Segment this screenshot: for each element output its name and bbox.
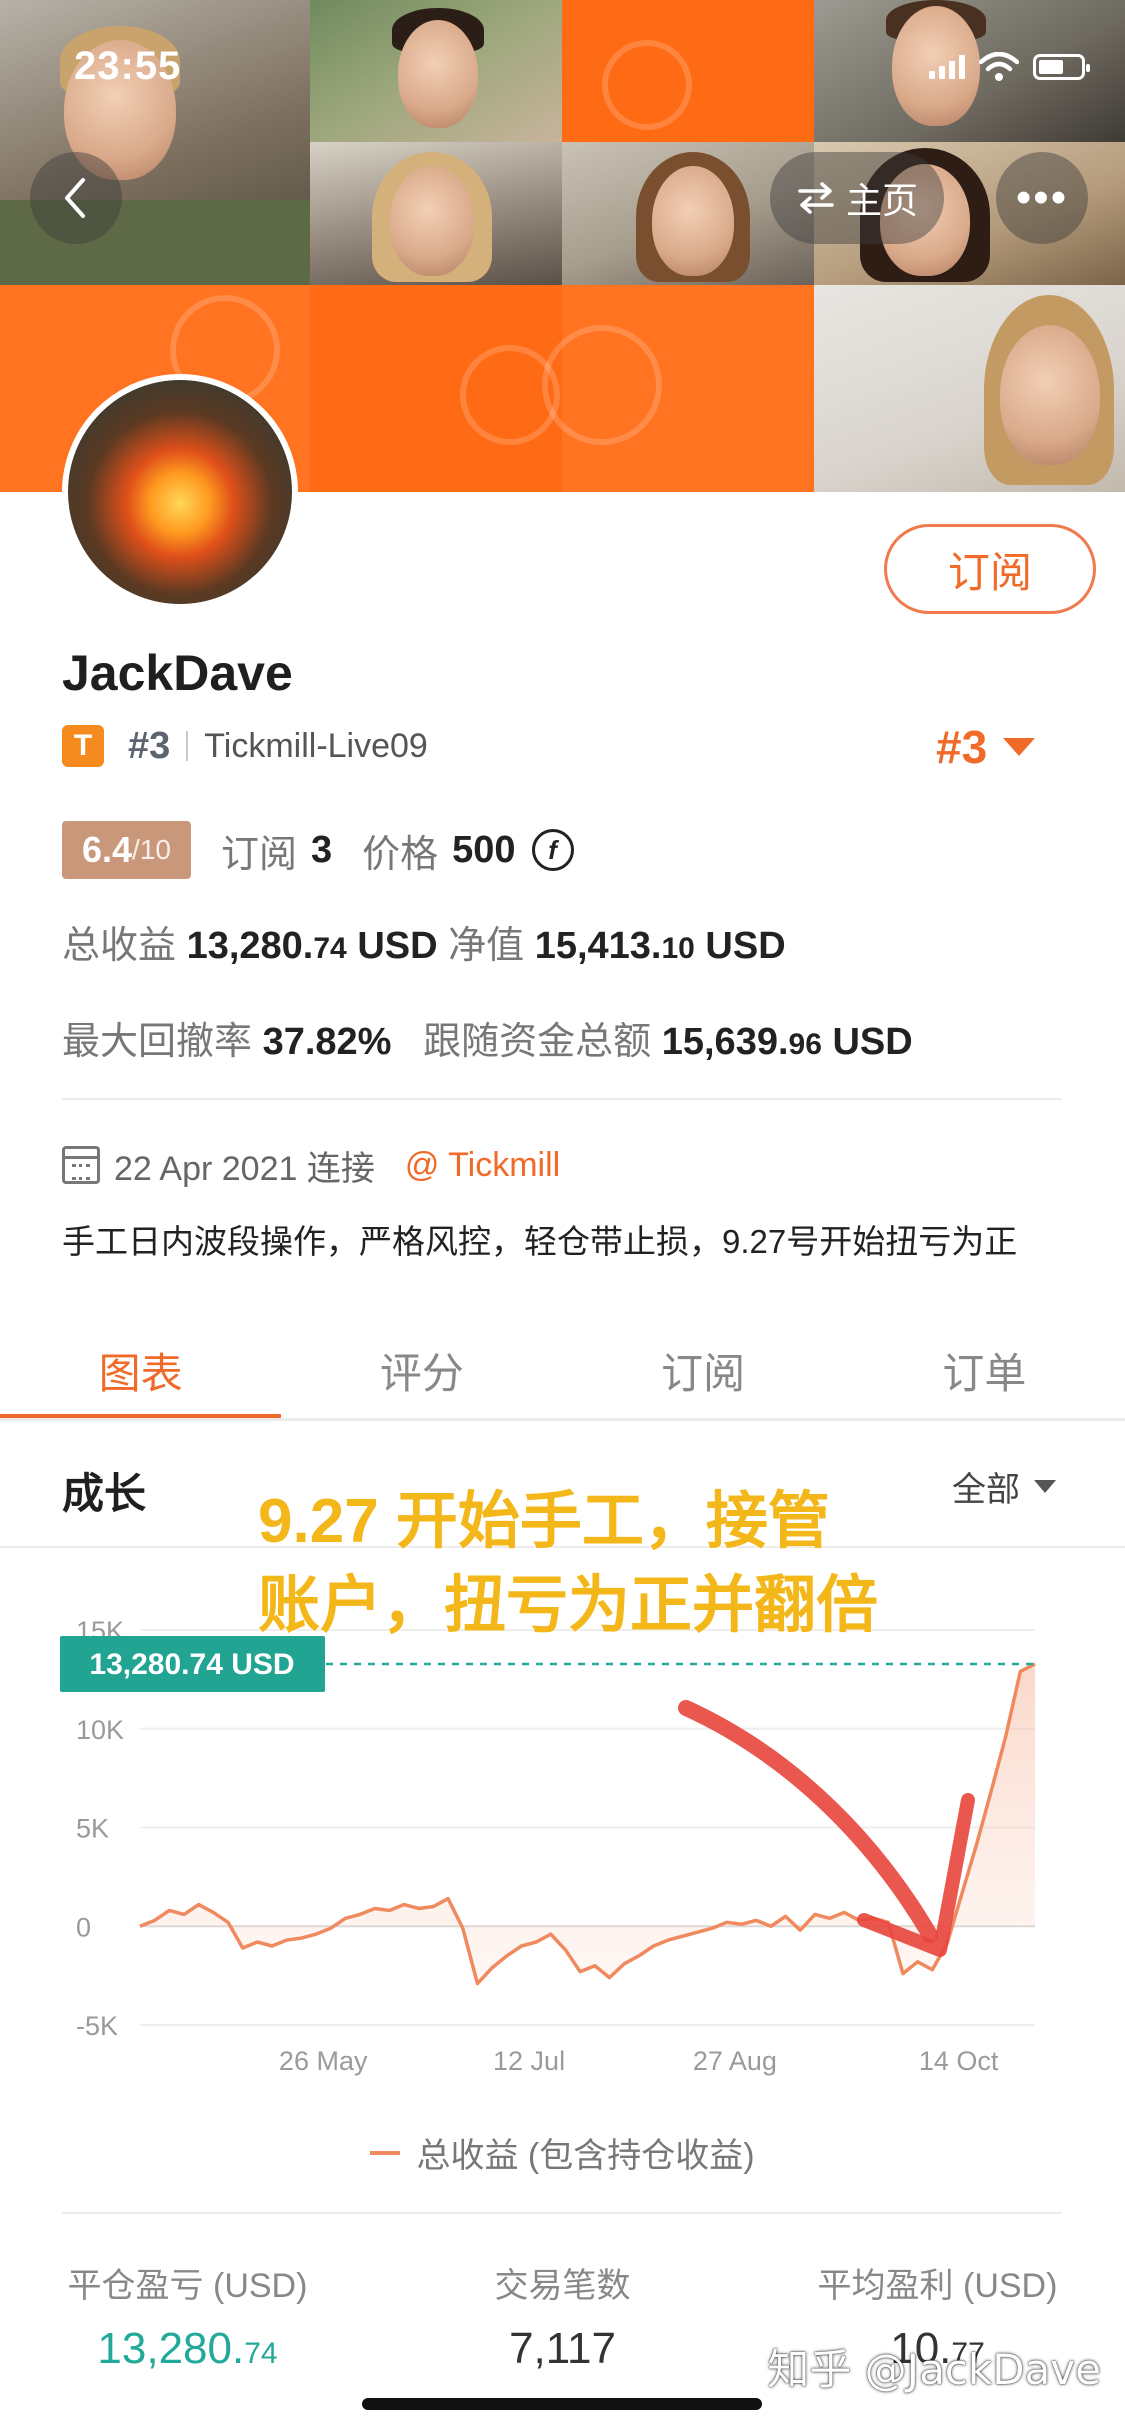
cover-pattern-tile (310, 285, 562, 492)
subscribe-count-label: 订阅 (220, 833, 297, 876)
annotation-line-2: 账户，扭亏为正并翻倍 (258, 1571, 879, 1640)
cover-pattern-tile (562, 0, 814, 142)
strategy-description: 手工日内波段操作，严格风控，轻仓带止损，9.27号开始扭亏为正 (62, 1223, 1018, 1260)
rank-dropdown-label: #3 (936, 721, 988, 773)
avatar[interactable] (62, 374, 298, 610)
net-value-value: 15,413.10 USD (534, 925, 786, 967)
net-value-label: 净值 (448, 925, 525, 967)
price-value: 500 (452, 828, 516, 871)
trade-count-stat: 交易笔数 7,117 (375, 2258, 750, 2374)
tab-bar: 图表 评分 订阅 订单 (0, 1320, 1125, 1420)
cellular-signal-icon (929, 55, 965, 79)
wifi-icon (979, 52, 1019, 81)
battery-icon (1033, 54, 1090, 80)
range-filter-label: 全部 (952, 1471, 1020, 1509)
switch-home-button[interactable]: 主页 (770, 152, 944, 244)
closed-pnl-label: 平仓盈亏 (USD) (67, 2267, 308, 2305)
divider (62, 1098, 1062, 1100)
caret-down-icon (1003, 738, 1036, 756)
subscribe-count: 3 (311, 828, 333, 871)
total-profit-value: 13,280.74 USD (186, 925, 438, 967)
more-dots-icon: ••• (1015, 173, 1069, 222)
home-indicator[interactable] (362, 2398, 762, 2410)
follow-funds-value: 15,639.96 USD (661, 1021, 913, 1063)
range-filter-dropdown[interactable]: 全部 (952, 1462, 1056, 1511)
more-options-button[interactable]: ••• (996, 152, 1088, 244)
score-denominator: /10 (132, 834, 171, 865)
max-drawdown-value: 37.82% (262, 1021, 392, 1063)
home-button-label: 主页 (845, 180, 918, 221)
watermark: 知乎 @JackDave (767, 2345, 1101, 2394)
annotation-arrow-stroke (678, 1700, 938, 1943)
avg-profit-label: 平均盈利 (USD) (817, 2267, 1058, 2305)
profit-net-row: 总收益 13,280.74 USD 净值 15,413.10 USD (62, 914, 786, 969)
tab-bar-border (0, 1418, 1125, 1421)
connect-date-row: 22 Apr 2021 连接 @ Tickmill (62, 1140, 560, 1190)
username: JackDave (62, 645, 293, 701)
chart-legend[interactable]: 总收益 (包含持仓收益) (0, 2128, 1125, 2177)
rank-label: #3 (128, 724, 171, 767)
chevron-left-icon (65, 178, 85, 218)
calendar-icon (62, 1146, 100, 1184)
broker-badge-icon: T (62, 725, 104, 767)
x-tick-label: 14 Oct (919, 2046, 999, 2076)
tab-subscribe[interactable]: 订阅 (563, 1320, 844, 1420)
section-title: 成长 (62, 1470, 147, 1517)
cover-pattern-tile (542, 285, 814, 492)
y-tick-label: 5K (76, 1814, 109, 1844)
x-tick-label: 26 May (279, 2046, 368, 2076)
follow-funds-label: 跟随资金总额 (423, 1021, 652, 1063)
rank-dropdown[interactable]: #3 (936, 720, 1036, 774)
closed-pnl-stat: 平仓盈亏 (USD) 13,280.74 (0, 2258, 375, 2374)
y-tick-label: 10K (76, 1715, 124, 1745)
tab-orders[interactable]: 订单 (844, 1320, 1125, 1420)
y-tick-label: -5K (76, 2011, 118, 2041)
x-tick-label: 12 Jul (493, 2046, 565, 2076)
legend-label: 总收益 (包含持仓收益) (416, 2137, 755, 2175)
drawdown-funds-row: 最大回撤率 37.82% 跟随资金总额 15,639.96 USD (62, 1010, 913, 1065)
y-tick-label: 0 (76, 1912, 91, 1942)
price-label: 价格 (362, 833, 439, 876)
score-row: 6.4 /10 订阅 3 价格 500 f (62, 820, 574, 880)
x-tick-label: 27 Aug (693, 2046, 777, 2076)
score-value: 6.4 (82, 829, 133, 870)
divider (62, 2212, 1062, 2214)
broker-link[interactable]: @ Tickmill (405, 1146, 560, 1185)
tab-rating[interactable]: 评分 (281, 1320, 562, 1420)
swap-arrows-icon (798, 182, 834, 214)
current-value-label: 13,280.74 USD (89, 1648, 294, 1681)
cover-photo-tile (0, 0, 310, 285)
subscribe-button[interactable]: 订阅 (884, 524, 1096, 614)
score-badge: 6.4 /10 (62, 821, 191, 879)
status-bar-icons (929, 52, 1090, 82)
caret-down-icon (1034, 1480, 1056, 1493)
legend-swatch (370, 2150, 401, 2155)
handwritten-annotation: 9.27 开始手工，接管 账户，扭亏为正并翻倍 (258, 1480, 878, 1648)
trade-count-label: 交易笔数 (494, 2267, 631, 2305)
back-button[interactable] (30, 152, 122, 244)
total-profit-label: 总收益 (62, 925, 177, 967)
cover-photo-tile (814, 285, 1125, 492)
account-meta-row: T #3 Tickmill-Live09 (62, 720, 428, 772)
account-name: Tickmill-Live09 (204, 726, 428, 765)
cover-photo-tile (310, 142, 562, 285)
status-bar-time: 23:55 (74, 44, 182, 88)
coin-icon: f (531, 829, 574, 871)
growth-chart[interactable]: 15K10K5K0-5K26 May 12 Jul 27 Aug 14 Oct13,2… (0, 1590, 1125, 2090)
closed-pnl-value: 13,280.74 (97, 2324, 278, 2373)
meta-separator (186, 731, 189, 761)
tab-chart[interactable]: 图表 (0, 1320, 282, 1420)
cover-photo-tile (310, 0, 562, 142)
annotation-line-1: 9.27 开始手工，接管 (258, 1487, 830, 1556)
max-drawdown-label: 最大回撤率 (62, 1021, 253, 1063)
trade-count-value: 7,117 (509, 2324, 616, 2373)
connect-date: 22 Apr 2021 连接 (114, 1149, 375, 1188)
